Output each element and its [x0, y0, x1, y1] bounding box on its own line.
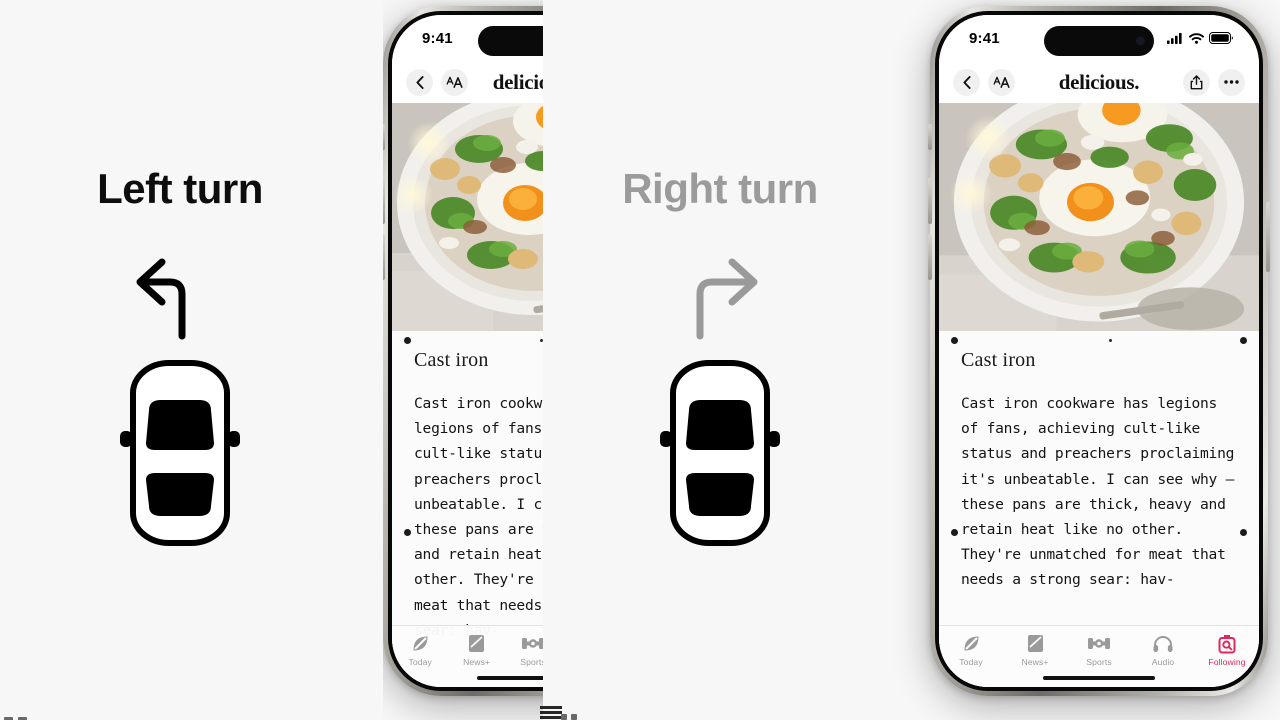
front-camera-icon [1136, 36, 1145, 46]
battery-icon [1209, 32, 1233, 44]
tab-label: Today [408, 657, 432, 667]
share-button[interactable] [1183, 68, 1210, 96]
article-body: Cast iron cookware has legions of fans, … [414, 395, 543, 639]
tab-label: Following [1208, 657, 1246, 667]
selection-handle-top-left[interactable] [404, 337, 411, 344]
screenshot-canvas: Left turn Right turn 9:41 delici Cast ir… [0, 0, 1280, 720]
left-turn-label: Left turn [97, 165, 263, 212]
sports-icon [1088, 633, 1110, 654]
share-icon [1190, 74, 1203, 89]
status-bar: 9:41 [939, 15, 1259, 61]
mute-switch[interactable] [928, 124, 932, 150]
selection-handle-top-center[interactable] [540, 339, 543, 342]
news-today-icon [962, 633, 981, 654]
wifi-icon [1189, 32, 1204, 44]
ellipsis-icon [1224, 80, 1239, 84]
text-size-button[interactable] [988, 68, 1015, 96]
sports-icon [522, 633, 543, 654]
car-top-view-icon [660, 360, 780, 546]
phone-screen: 9:41 [392, 15, 543, 687]
selection-handle-top-left[interactable] [951, 337, 958, 344]
phone-bezel: 9:41 [935, 11, 1263, 691]
article-hero-image [939, 103, 1259, 331]
tab-news-plus[interactable]: News+ [1003, 633, 1067, 667]
selection-handle-mid-left[interactable] [951, 529, 958, 536]
nav-left-group [953, 68, 1015, 96]
nav-right-group [1183, 68, 1245, 96]
tab-label: News+ [463, 657, 491, 667]
selection-handle-top-right[interactable] [1240, 337, 1247, 344]
navigation-bar: delicious. [939, 61, 1259, 103]
news-plus-icon [1027, 633, 1044, 654]
back-button[interactable] [406, 68, 433, 96]
fried-eggs-with-kale-and-potatoes-photo [392, 103, 543, 331]
arrow-turn-right-icon [696, 258, 758, 340]
home-indicator[interactable] [1043, 676, 1155, 680]
navigation-bar: delicious. [392, 61, 543, 103]
back-button[interactable] [953, 68, 980, 96]
middle-phone-clip: 9:41 delici Cast iron Cast iron cookw le… [383, 0, 543, 720]
article-title: Cast iron [961, 349, 1036, 371]
text-size-aa-icon [993, 76, 1010, 88]
selection-handle-mid-left[interactable] [404, 529, 411, 536]
status-time: 9:41 [422, 29, 453, 47]
tab-label: Audio [1151, 657, 1175, 667]
tab-today[interactable]: Today [392, 633, 448, 667]
news-plus-icon [468, 633, 485, 654]
tab-today[interactable]: Today [939, 633, 1003, 667]
article-body: Cast iron cookware has legions of fans, … [961, 395, 1235, 589]
nav-left-group [406, 68, 468, 96]
volume-down-button[interactable] [383, 234, 385, 280]
signal-bars-icon [1167, 32, 1182, 44]
phone-screen: 9:41 [939, 15, 1259, 687]
dynamic-island [478, 26, 543, 56]
volume-up-button[interactable] [383, 178, 385, 224]
right-turn-panel: Right turn [545, 0, 895, 720]
status-bar: 9:41 [392, 15, 543, 61]
following-icon [1218, 633, 1236, 654]
dynamic-island [1044, 26, 1154, 56]
mute-switch[interactable] [383, 124, 385, 150]
more-options-button[interactable] [1218, 68, 1245, 96]
left-turn-panel: Left turn [0, 0, 360, 720]
status-indicators [1167, 32, 1233, 44]
nav-title: delicious. [1058, 69, 1140, 94]
tab-news-plus[interactable]: News+ [448, 633, 504, 667]
phone-mockup-middle: 9:41 delici Cast iron Cast iron cookw le… [383, 6, 543, 696]
text-size-aa-icon [446, 76, 463, 88]
car-top-view-icon [120, 360, 240, 546]
phone-mockup-right: 9:41 delicious. Cast iron Cast iron cook… [928, 6, 1270, 696]
article-title: Cast iron [414, 349, 489, 371]
tab-label: Sports [520, 657, 543, 667]
home-indicator[interactable] [477, 676, 543, 680]
status-time: 9:41 [969, 29, 1000, 47]
phone-bezel: 9:41 [388, 11, 543, 691]
headphones-icon [1153, 633, 1173, 654]
text-size-button[interactable] [441, 68, 468, 96]
chevron-left-icon [962, 75, 971, 89]
tab-label: News+ [1021, 657, 1049, 667]
tab-following[interactable]: Following [1195, 633, 1259, 667]
page-edge-fragment-left [4, 710, 30, 720]
fried-eggs-with-kale-and-potatoes-photo [939, 103, 1259, 331]
arrow-turn-left-icon [136, 258, 186, 340]
tab-audio[interactable]: Audio [1131, 633, 1195, 667]
news-today-icon [411, 633, 430, 654]
tab-label: Sports [1086, 657, 1112, 667]
right-turn-label: Right turn [622, 165, 818, 212]
tab-sports[interactable]: Sports [505, 633, 543, 667]
chevron-left-icon [415, 75, 424, 89]
page-edge-fragment-center [540, 706, 582, 720]
volume-down-button[interactable] [928, 234, 932, 280]
selection-handle-mid-right[interactable] [1240, 529, 1247, 536]
nav-title: delicious. [492, 69, 543, 94]
selection-handle-top-center[interactable] [1109, 339, 1112, 342]
volume-up-button[interactable] [928, 178, 932, 224]
tab-label: Today [959, 657, 983, 667]
article-hero-image [392, 103, 543, 331]
tab-sports[interactable]: Sports [1067, 633, 1131, 667]
power-button[interactable] [1266, 202, 1270, 272]
